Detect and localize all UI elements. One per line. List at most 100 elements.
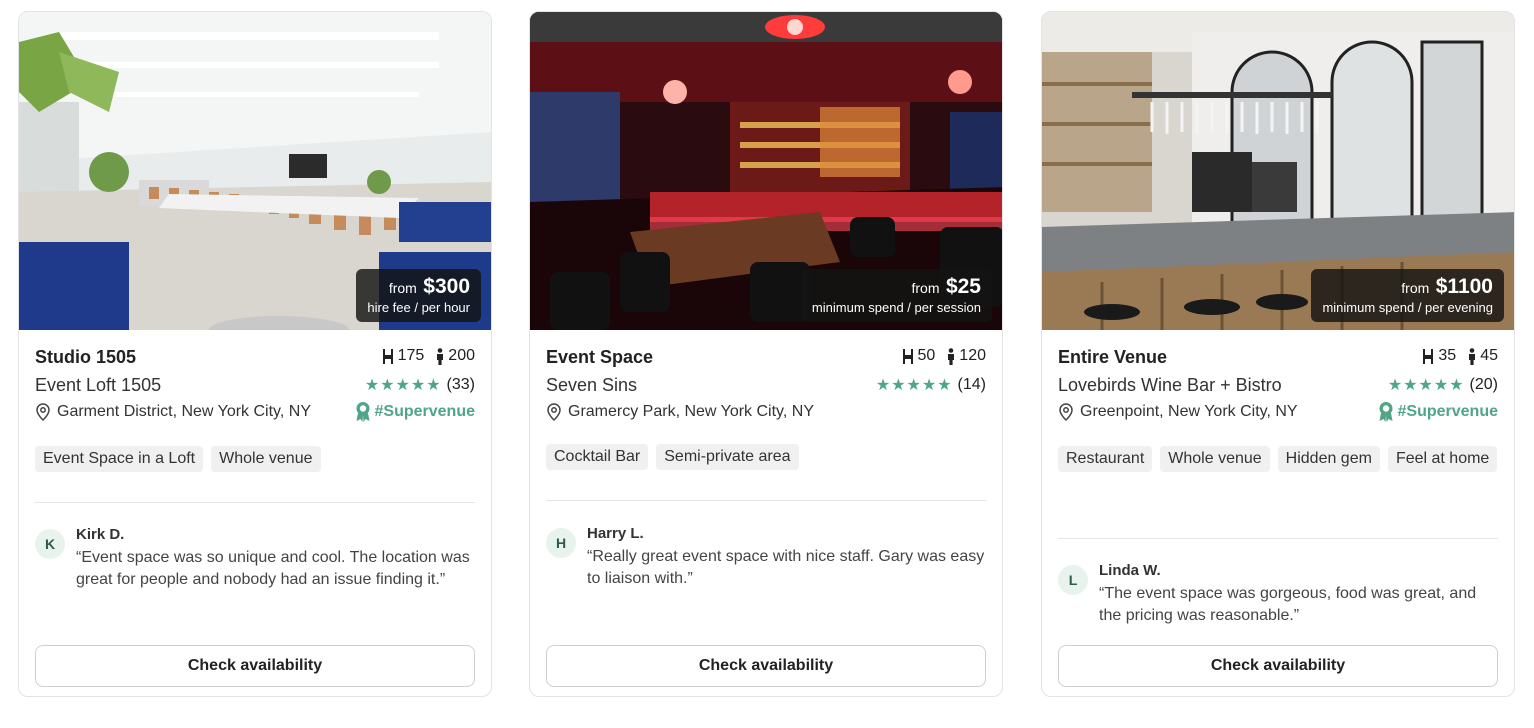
price-amount: $25 (945, 275, 981, 298)
price-tag: from $1100 minimum spend / per evening (1311, 269, 1504, 322)
tag: Feel at home (1387, 446, 1498, 472)
location: Garment District, New York City, NY (35, 403, 311, 421)
reviewer-name: Harry L. (587, 525, 644, 542)
divider (546, 500, 986, 501)
divider (1058, 538, 1498, 539)
price-unit: minimum spend / per session (811, 300, 981, 315)
star-rating-icon: ★★★★★ (364, 377, 442, 394)
tag-list: Restaurant Whole venue Hidden gem Feel a… (1058, 446, 1498, 472)
person-icon (948, 347, 955, 365)
star-rating-icon: ★★★★★ (875, 377, 953, 394)
venue-card-studio-1505[interactable]: from $300 hire fee / per hour Studio 150… (18, 11, 492, 697)
tag: Whole venue (1160, 446, 1270, 472)
tag: Whole venue (211, 446, 321, 472)
venue-card-seven-sins[interactable]: from $25 minimum spend / per session Eve… (529, 11, 1003, 697)
price-from-label: from (911, 280, 940, 296)
standing-count: 120 (959, 347, 986, 364)
venue-name[interactable]: Event Loft 1505 (35, 375, 161, 396)
price-unit: minimum spend / per evening (1322, 300, 1493, 315)
review: H Harry L. “Really great event space wit… (546, 525, 986, 590)
location-text: Greenpoint, New York City, NY (1080, 403, 1298, 420)
badge-label: #Supervenue (374, 403, 475, 420)
price-tag: from $25 minimum spend / per session (800, 269, 992, 322)
space-title[interactable]: Entire Venue (1058, 347, 1167, 368)
space-title[interactable]: Event Space (546, 347, 653, 368)
venue-photo[interactable]: from $1100 minimum spend / per evening (1042, 12, 1514, 330)
map-pin-icon (36, 403, 50, 421)
standing-capacity: 120 (947, 347, 986, 365)
seated-count: 50 (917, 347, 936, 364)
chair-icon (382, 349, 393, 364)
review-text: “The event space was gorgeous, food was … (1099, 585, 1477, 624)
tag: Semi-private area (656, 444, 799, 470)
reviewer-name: Kirk D. (76, 526, 125, 543)
price-amount: $1100 (1435, 275, 1493, 298)
reviewer-avatar: H (546, 528, 576, 558)
person-icon (437, 347, 444, 365)
price-amount: $300 (423, 275, 470, 298)
space-title[interactable]: Studio 1505 (35, 347, 136, 368)
supervenue-badge: #Supervenue (1378, 401, 1498, 423)
seated-capacity: 50 (902, 347, 936, 365)
capacity: 175 200 (382, 347, 475, 365)
venue-name[interactable]: Seven Sins (546, 375, 637, 396)
venue-photo[interactable]: from $25 minimum spend / per session (530, 12, 1002, 330)
review: K Kirk D. “Event space was so unique and… (35, 526, 475, 591)
reviewer-avatar: L (1058, 565, 1088, 595)
review: L Linda W. “The event space was gorgeous… (1058, 562, 1498, 627)
tag-list: Cocktail Bar Semi-private area (546, 444, 986, 470)
person-icon (1469, 347, 1476, 365)
map-pin-icon (547, 403, 561, 421)
divider (35, 502, 475, 503)
venue-photo[interactable]: from $300 hire fee / per hour (19, 12, 491, 330)
check-availability-button[interactable]: Check availability (35, 645, 475, 687)
tag: Restaurant (1058, 446, 1153, 472)
standing-count: 45 (1480, 347, 1498, 364)
chair-icon (1423, 349, 1434, 364)
award-ribbon-icon (1379, 402, 1393, 422)
location-text: Garment District, New York City, NY (57, 403, 311, 420)
review-count: (14) (957, 376, 986, 393)
tag: Event Space in a Loft (35, 446, 204, 472)
seated-capacity: 175 (382, 347, 425, 365)
price-from-label: from (388, 280, 417, 296)
capacity: 35 45 (1422, 347, 1498, 365)
badge-label: #Supervenue (1397, 403, 1498, 420)
review-text: “Event space was so unique and cool. The… (76, 549, 470, 588)
price-tag: from $300 hire fee / per hour (356, 269, 481, 322)
rating: ★★★★★ (33) (365, 375, 475, 395)
location: Gramercy Park, New York City, NY (546, 403, 814, 421)
location: Greenpoint, New York City, NY (1058, 403, 1298, 421)
rating: ★★★★★ (20) (1388, 375, 1498, 395)
chair-icon (902, 349, 913, 364)
standing-capacity: 45 (1468, 347, 1498, 365)
price-unit: hire fee / per hour (367, 300, 470, 315)
reviewer-avatar: K (35, 529, 65, 559)
venue-name[interactable]: Lovebirds Wine Bar + Bistro (1058, 375, 1282, 396)
review-count: (20) (1469, 376, 1498, 393)
venue-card-lovebirds[interactable]: from $1100 minimum spend / per evening E… (1041, 11, 1515, 697)
star-rating-icon: ★★★★★ (1387, 377, 1465, 394)
tag: Hidden gem (1277, 446, 1380, 472)
standing-capacity: 200 (436, 347, 475, 365)
map-pin-icon (1059, 403, 1073, 421)
review-text: “Really great event space with nice staf… (587, 548, 985, 587)
reviewer-name: Linda W. (1099, 562, 1161, 579)
card-body: Event Space 50 120 Seven Sins ★★★★★ (14)… (546, 330, 986, 696)
award-ribbon-icon (356, 402, 370, 422)
supervenue-badge: #Supervenue (355, 401, 475, 423)
seated-count: 175 (397, 347, 425, 364)
price-from-label: from (1401, 280, 1430, 296)
tag-list: Event Space in a Loft Whole venue (35, 446, 475, 472)
check-availability-button[interactable]: Check availability (1058, 645, 1498, 687)
card-body: Entire Venue 35 45 Lovebirds Wine Bar + … (1058, 330, 1498, 696)
rating: ★★★★★ (14) (876, 375, 986, 395)
seated-capacity: 35 (1422, 347, 1456, 365)
tag: Cocktail Bar (546, 444, 649, 470)
capacity: 50 120 (902, 347, 986, 365)
standing-count: 200 (448, 347, 475, 364)
check-availability-button[interactable]: Check availability (546, 645, 986, 687)
location-text: Gramercy Park, New York City, NY (568, 403, 814, 420)
card-body: Studio 1505 175 200 Event Loft 1505 ★★★★… (35, 330, 475, 696)
review-count: (33) (446, 376, 475, 393)
